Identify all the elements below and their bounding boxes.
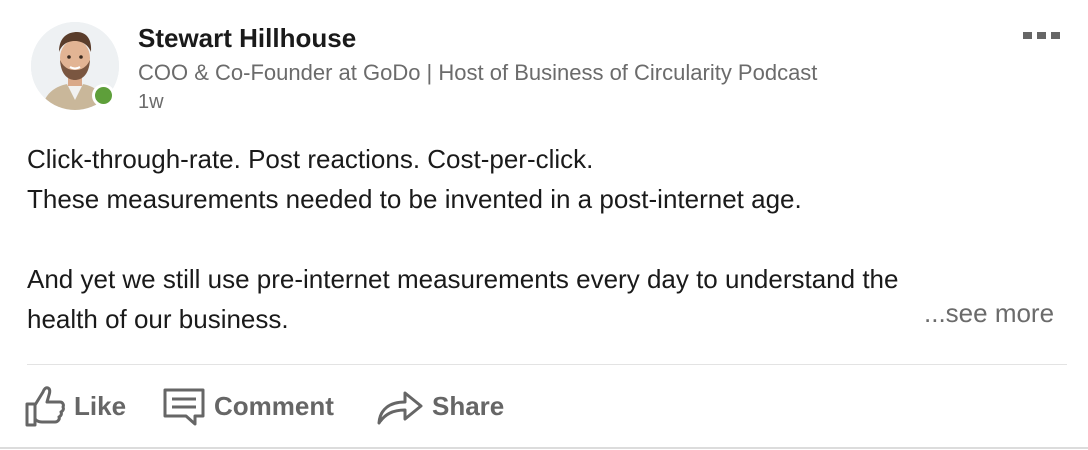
share-arrow-icon — [377, 391, 423, 425]
post-body-line: And yet we still use pre-internet measur… — [27, 264, 899, 294]
like-label: Like — [74, 390, 127, 421]
post-body-blank-line — [27, 219, 1067, 259]
presence-indicator — [92, 84, 115, 107]
comment-icon — [163, 388, 205, 426]
more-horizontal-icon — [1022, 31, 1032, 39]
share-label: Share — [432, 390, 505, 421]
post-body: Click-through-rate. Post reactions. Cost… — [27, 139, 1067, 339]
thumbs-up-icon — [25, 386, 65, 427]
divider — [27, 364, 1067, 365]
more-options-button[interactable] — [1016, 22, 1066, 48]
more-horizontal-icon-dot — [1036, 31, 1046, 39]
post-timestamp: 1w — [138, 91, 164, 113]
post-body-line: health of our business. — [27, 304, 289, 334]
see-more-link[interactable]: ...see more — [924, 293, 1054, 333]
like-button[interactable]: Like — [24, 380, 126, 432]
post-card: Stewart Hillhouse COO & Co-Founder at Go… — [0, 0, 1088, 450]
comment-label: Comment — [214, 390, 334, 421]
share-button[interactable]: Share — [376, 380, 504, 432]
comment-button[interactable]: Comment — [162, 380, 334, 432]
post-body-line: Click-through-rate. Post reactions. Cost… — [27, 144, 594, 174]
author-name[interactable]: Stewart Hillhouse — [138, 22, 356, 54]
author-headline: COO & Co-Founder at GoDo | Host of Busin… — [138, 60, 818, 85]
more-horizontal-icon-dot — [1050, 31, 1060, 39]
card-bottom-border — [0, 447, 1088, 449]
post-body-line: These measurements needed to be invented… — [27, 184, 802, 214]
